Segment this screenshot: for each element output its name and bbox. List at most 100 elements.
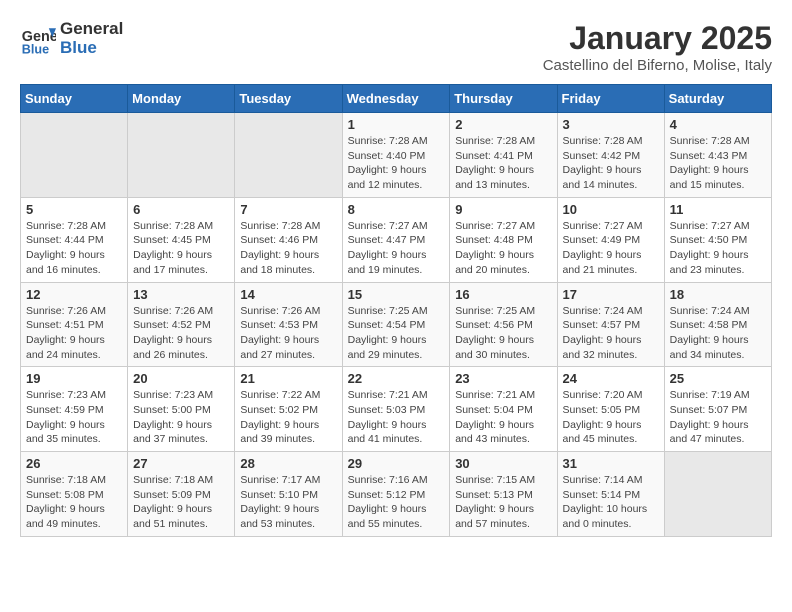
day-info: Sunrise: 7:24 AM Sunset: 4:58 PM Dayligh… — [670, 304, 766, 363]
day-cell: 6 Sunrise: 7:28 AM Sunset: 4:45 PM Daylig… — [128, 197, 235, 282]
day-cell: 19 Sunrise: 7:23 AM Sunset: 4:59 PM Dayli… — [21, 367, 128, 452]
logo-text-general: General — [60, 20, 123, 39]
day-number: 31 — [563, 456, 659, 471]
day-number: 3 — [563, 117, 659, 132]
day-number: 5 — [26, 202, 122, 217]
day-info: Sunrise: 7:28 AM Sunset: 4:45 PM Dayligh… — [133, 219, 229, 278]
day-cell: 9Sunrise: 7:27 AM Sunset: 4:48 PM Daylig… — [450, 197, 557, 282]
day-number: 2 — [455, 117, 551, 132]
day-info: Sunrise: 7:20 AM Sunset: 5:05 PM Dayligh… — [563, 388, 659, 447]
day-number: 29 — [348, 456, 445, 471]
day-number: 22 — [348, 371, 445, 386]
day-cell: 24 Sunrise: 7:20 AM Sunset: 5:05 PM Dayli… — [557, 367, 664, 452]
day-cell: 25Sunrise: 7:19 AM Sunset: 5:07 PM Dayli… — [664, 367, 771, 452]
day-number: 12 — [26, 287, 122, 302]
day-number: 7 — [240, 202, 336, 217]
day-number: 26 — [26, 456, 122, 471]
day-info: Sunrise: 7:23 AM Sunset: 5:00 PM Dayligh… — [133, 388, 229, 447]
weekday-sunday: Sunday — [21, 85, 128, 113]
day-info: Sunrise: 7:28 AM Sunset: 4:41 PM Dayligh… — [455, 134, 551, 193]
day-number: 27 — [133, 456, 229, 471]
day-cell: 13 Sunrise: 7:26 AM Sunset: 4:52 PM Dayli… — [128, 282, 235, 367]
day-number: 17 — [563, 287, 659, 302]
day-cell: 29 Sunrise: 7:16 AM Sunset: 5:12 PM Dayli… — [342, 452, 450, 537]
day-cell — [21, 113, 128, 198]
day-number: 19 — [26, 371, 122, 386]
day-info: Sunrise: 7:23 AM Sunset: 4:59 PM Dayligh… — [26, 388, 122, 447]
day-number: 25 — [670, 371, 766, 386]
logo-icon: General Blue — [20, 21, 56, 57]
day-number: 13 — [133, 287, 229, 302]
weekday-saturday: Saturday — [664, 85, 771, 113]
day-info: Sunrise: 7:24 AM Sunset: 4:57 PM Dayligh… — [563, 304, 659, 363]
weekday-friday: Friday — [557, 85, 664, 113]
day-info: Sunrise: 7:28 AM Sunset: 4:46 PM Dayligh… — [240, 219, 336, 278]
week-row-5: 26 Sunrise: 7:18 AM Sunset: 5:08 PM Dayli… — [21, 452, 772, 537]
day-info: Sunrise: 7:14 AM Sunset: 5:14 PM Dayligh… — [563, 473, 659, 532]
day-cell: 17 Sunrise: 7:24 AM Sunset: 4:57 PM Dayli… — [557, 282, 664, 367]
day-info: Sunrise: 7:28 AM Sunset: 4:44 PM Dayligh… — [26, 219, 122, 278]
day-info: Sunrise: 7:18 AM Sunset: 5:09 PM Dayligh… — [133, 473, 229, 532]
day-cell: 8Sunrise: 7:27 AM Sunset: 4:47 PM Daylig… — [342, 197, 450, 282]
day-cell: 16 Sunrise: 7:25 AM Sunset: 4:56 PM Dayli… — [450, 282, 557, 367]
week-row-1: 1 Sunrise: 7:28 AM Sunset: 4:40 PM Daylig… — [21, 113, 772, 198]
day-number: 6 — [133, 202, 229, 217]
weekday-monday: Monday — [128, 85, 235, 113]
calendar-table: SundayMondayTuesdayWednesdayThursdayFrid… — [20, 84, 772, 537]
day-cell: 27 Sunrise: 7:18 AM Sunset: 5:09 PM Dayli… — [128, 452, 235, 537]
day-cell: 20 Sunrise: 7:23 AM Sunset: 5:00 PM Dayli… — [128, 367, 235, 452]
day-cell: 26 Sunrise: 7:18 AM Sunset: 5:08 PM Dayli… — [21, 452, 128, 537]
week-row-2: 5 Sunrise: 7:28 AM Sunset: 4:44 PM Daylig… — [21, 197, 772, 282]
week-row-3: 12 Sunrise: 7:26 AM Sunset: 4:51 PM Dayli… — [21, 282, 772, 367]
title-block: January 2025 Castellino del Biferno, Mol… — [543, 20, 772, 74]
day-info: Sunrise: 7:26 AM Sunset: 4:53 PM Dayligh… — [240, 304, 336, 363]
calendar-body: 1 Sunrise: 7:28 AM Sunset: 4:40 PM Daylig… — [21, 113, 772, 537]
svg-text:Blue: Blue — [22, 42, 49, 56]
day-number: 16 — [455, 287, 551, 302]
day-info: Sunrise: 7:25 AM Sunset: 4:54 PM Dayligh… — [348, 304, 445, 363]
weekday-thursday: Thursday — [450, 85, 557, 113]
day-number: 20 — [133, 371, 229, 386]
day-info: Sunrise: 7:27 AM Sunset: 4:50 PM Dayligh… — [670, 219, 766, 278]
day-cell: 10Sunrise: 7:27 AM Sunset: 4:49 PM Dayli… — [557, 197, 664, 282]
day-info: Sunrise: 7:28 AM Sunset: 4:40 PM Dayligh… — [348, 134, 445, 193]
day-info: Sunrise: 7:17 AM Sunset: 5:10 PM Dayligh… — [240, 473, 336, 532]
day-cell: 15 Sunrise: 7:25 AM Sunset: 4:54 PM Dayli… — [342, 282, 450, 367]
day-info: Sunrise: 7:27 AM Sunset: 4:47 PM Dayligh… — [348, 219, 445, 278]
day-cell: 4Sunrise: 7:28 AM Sunset: 4:43 PM Daylig… — [664, 113, 771, 198]
day-info: Sunrise: 7:28 AM Sunset: 4:42 PM Dayligh… — [563, 134, 659, 193]
day-cell: 5 Sunrise: 7:28 AM Sunset: 4:44 PM Daylig… — [21, 197, 128, 282]
day-cell: 11Sunrise: 7:27 AM Sunset: 4:50 PM Dayli… — [664, 197, 771, 282]
logo: General Blue General Blue — [20, 20, 123, 57]
day-number: 24 — [563, 371, 659, 386]
day-cell: 22 Sunrise: 7:21 AM Sunset: 5:03 PM Dayli… — [342, 367, 450, 452]
day-info: Sunrise: 7:22 AM Sunset: 5:02 PM Dayligh… — [240, 388, 336, 447]
day-info: Sunrise: 7:26 AM Sunset: 4:52 PM Dayligh… — [133, 304, 229, 363]
weekday-wednesday: Wednesday — [342, 85, 450, 113]
weekday-header-row: SundayMondayTuesdayWednesdayThursdayFrid… — [21, 85, 772, 113]
day-cell: 2 Sunrise: 7:28 AM Sunset: 4:41 PM Daylig… — [450, 113, 557, 198]
day-cell: 3 Sunrise: 7:28 AM Sunset: 4:42 PM Daylig… — [557, 113, 664, 198]
day-info: Sunrise: 7:26 AM Sunset: 4:51 PM Dayligh… — [26, 304, 122, 363]
day-info: Sunrise: 7:25 AM Sunset: 4:56 PM Dayligh… — [455, 304, 551, 363]
day-cell: 21Sunrise: 7:22 AM Sunset: 5:02 PM Dayli… — [235, 367, 342, 452]
day-cell: 14Sunrise: 7:26 AM Sunset: 4:53 PM Dayli… — [235, 282, 342, 367]
day-number: 28 — [240, 456, 336, 471]
day-cell: 7 Sunrise: 7:28 AM Sunset: 4:46 PM Daylig… — [235, 197, 342, 282]
weekday-tuesday: Tuesday — [235, 85, 342, 113]
day-number: 15 — [348, 287, 445, 302]
day-number: 1 — [348, 117, 445, 132]
day-cell — [128, 113, 235, 198]
day-cell: 30Sunrise: 7:15 AM Sunset: 5:13 PM Dayli… — [450, 452, 557, 537]
day-info: Sunrise: 7:27 AM Sunset: 4:49 PM Dayligh… — [563, 219, 659, 278]
week-row-4: 19 Sunrise: 7:23 AM Sunset: 4:59 PM Dayli… — [21, 367, 772, 452]
day-info: Sunrise: 7:21 AM Sunset: 5:03 PM Dayligh… — [348, 388, 445, 447]
day-info: Sunrise: 7:16 AM Sunset: 5:12 PM Dayligh… — [348, 473, 445, 532]
day-cell: 31 Sunrise: 7:14 AM Sunset: 5:14 PM Dayli… — [557, 452, 664, 537]
page-header: General Blue General Blue January 2025 C… — [20, 20, 772, 74]
day-cell: 18Sunrise: 7:24 AM Sunset: 4:58 PM Dayli… — [664, 282, 771, 367]
day-number: 30 — [455, 456, 551, 471]
day-info: Sunrise: 7:18 AM Sunset: 5:08 PM Dayligh… — [26, 473, 122, 532]
day-number: 4 — [670, 117, 766, 132]
day-cell: 1 Sunrise: 7:28 AM Sunset: 4:40 PM Daylig… — [342, 113, 450, 198]
